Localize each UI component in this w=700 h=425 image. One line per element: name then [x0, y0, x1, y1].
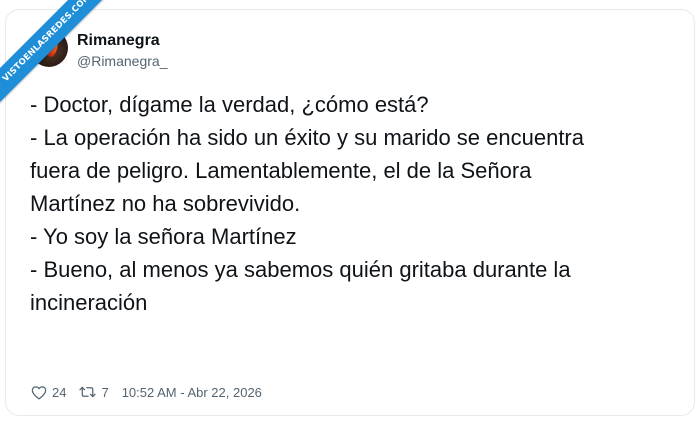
- retweet-button[interactable]: 7: [79, 384, 109, 400]
- tweet-timestamp[interactable]: 10:52 AM - Abr 22, 2026: [122, 385, 262, 400]
- like-button[interactable]: 24: [31, 385, 66, 400]
- tweet-line: - La operación ha sido un éxito y su mar…: [30, 125, 584, 150]
- tweet-line: Martínez no ha sobrevivido.: [30, 191, 301, 216]
- tweet-line: incineración: [30, 290, 148, 315]
- heart-icon: [31, 385, 47, 399]
- like-count: 24: [52, 384, 67, 400]
- tweet-text: - Doctor, dígame la verdad, ¿cómo está? …: [30, 88, 680, 319]
- tweet-line: - Bueno, al menos ya sabemos quién grita…: [30, 257, 571, 282]
- tweet-line: - Yo soy la señora Martínez: [30, 224, 297, 249]
- screenshot-frame: VISTOENLASREDES.COM Rimanegra @Rimanegra…: [0, 0, 700, 425]
- watermark-ribbon: VISTOENLASREDES.COM: [0, 0, 120, 120]
- tweet-line: fuera de peligro. Lamentablemente, el de…: [30, 158, 532, 183]
- tweet-footer: 24 7 10:52 AM - Abr 22, 2026: [31, 383, 262, 401]
- tweet-line: - Doctor, dígame la verdad, ¿cómo está?: [30, 92, 429, 117]
- retweet-icon: [79, 386, 97, 398]
- retweet-count: 7: [101, 384, 109, 400]
- watermark-text: VISTOENLASREDES.COM: [0, 0, 116, 107]
